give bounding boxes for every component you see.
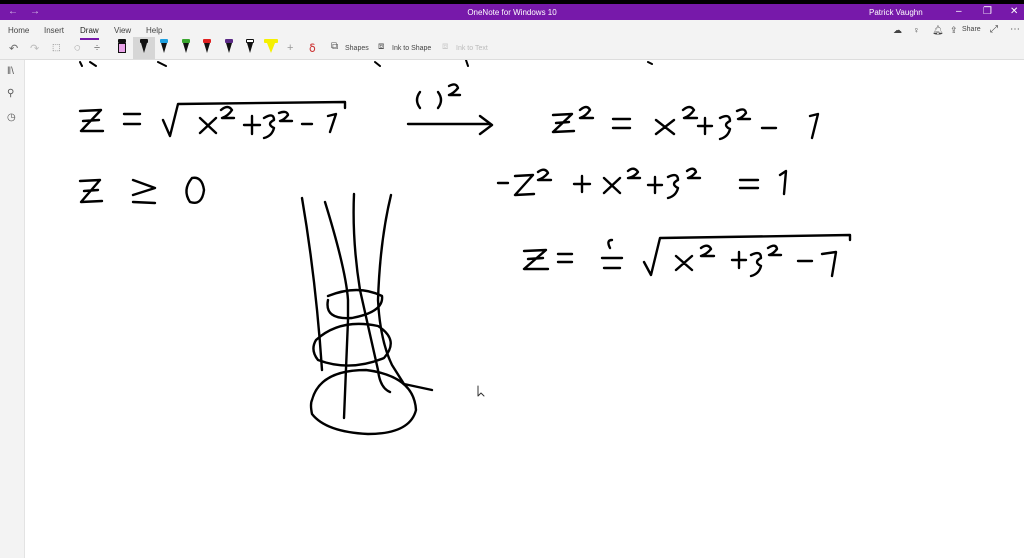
share-button[interactable]: Share: [962, 26, 981, 33]
search-icon[interactable]: ⚲: [7, 88, 14, 99]
ink-line-5: [522, 233, 852, 278]
sync-icon[interactable]: ☁: [893, 25, 902, 36]
ribbon: Home Insert Draw View Help ↶ ↷ ⬚ ◌ ÷ + ẟ…: [0, 20, 1024, 60]
tab-draw[interactable]: Draw: [80, 26, 99, 40]
more-icon[interactable]: ⋯: [1010, 24, 1020, 35]
ink-arrow: [406, 83, 494, 136]
ink-cone-sketch: [300, 192, 434, 436]
pen-green[interactable]: [181, 39, 191, 55]
partial-ink-top: [79, 60, 653, 67]
ink-to-text-icon[interactable]: ⧈: [442, 41, 448, 52]
pen-pink[interactable]: [117, 39, 127, 55]
highlighter-yellow[interactable]: [264, 39, 278, 55]
insert-space-icon[interactable]: ÷: [94, 42, 100, 54]
shapes-button[interactable]: Shapes: [345, 45, 369, 52]
ink-line-3: [78, 176, 206, 205]
pen-red[interactable]: [202, 39, 212, 55]
redo-icon[interactable]: ↷: [30, 42, 39, 55]
minimize-button[interactable]: –: [956, 6, 962, 17]
lightbulb-icon[interactable]: ♀: [913, 25, 920, 35]
tab-home[interactable]: Home: [8, 26, 29, 35]
page-canvas[interactable]: [25, 60, 1024, 558]
eraser-icon[interactable]: ◌: [74, 42, 81, 54]
restore-button[interactable]: ❐: [983, 6, 992, 17]
ink-line-1: [78, 100, 347, 140]
pen-purple[interactable]: [224, 39, 234, 55]
close-button[interactable]: ✕: [1010, 6, 1018, 17]
bell-icon[interactable]: 🔔︎: [932, 25, 943, 36]
mouse-cursor-icon: [477, 385, 485, 397]
user-name[interactable]: Patrick Vaughn: [869, 8, 923, 17]
lasso-select-icon[interactable]: ⬚: [52, 42, 61, 53]
tab-help[interactable]: Help: [146, 26, 162, 35]
share-icon[interactable]: ⇪: [950, 25, 958, 36]
ink-replay-icon[interactable]: ẟ: [309, 42, 316, 55]
add-pen-icon[interactable]: +: [287, 42, 293, 54]
ink-to-text-button[interactable]: Ink to Text: [456, 45, 488, 52]
pen-blue[interactable]: [159, 39, 169, 55]
pen-black[interactable]: [139, 39, 149, 55]
recent-icon[interactable]: ◷: [7, 112, 16, 123]
title-bar: ← → OneNote for Windows 10 Patrick Vaugh…: [0, 4, 1024, 20]
undo-icon[interactable]: ↶: [9, 42, 18, 55]
pen-black-2[interactable]: [245, 39, 255, 55]
ink-to-shape-icon[interactable]: ⧈: [378, 41, 384, 52]
tab-view[interactable]: View: [114, 26, 131, 35]
tab-insert[interactable]: Insert: [44, 26, 64, 35]
shapes-icon[interactable]: ⧉: [331, 41, 338, 52]
notebooks-icon[interactable]: ‖\: [7, 66, 14, 77]
ink-line-4: [496, 167, 788, 200]
ink-to-shape-button[interactable]: Ink to Shape: [392, 45, 431, 52]
ink-line-2: [551, 105, 820, 141]
sidebar: ‖\ ⚲ ◷: [0, 60, 25, 558]
expand-icon[interactable]: ⤢: [990, 24, 998, 35]
